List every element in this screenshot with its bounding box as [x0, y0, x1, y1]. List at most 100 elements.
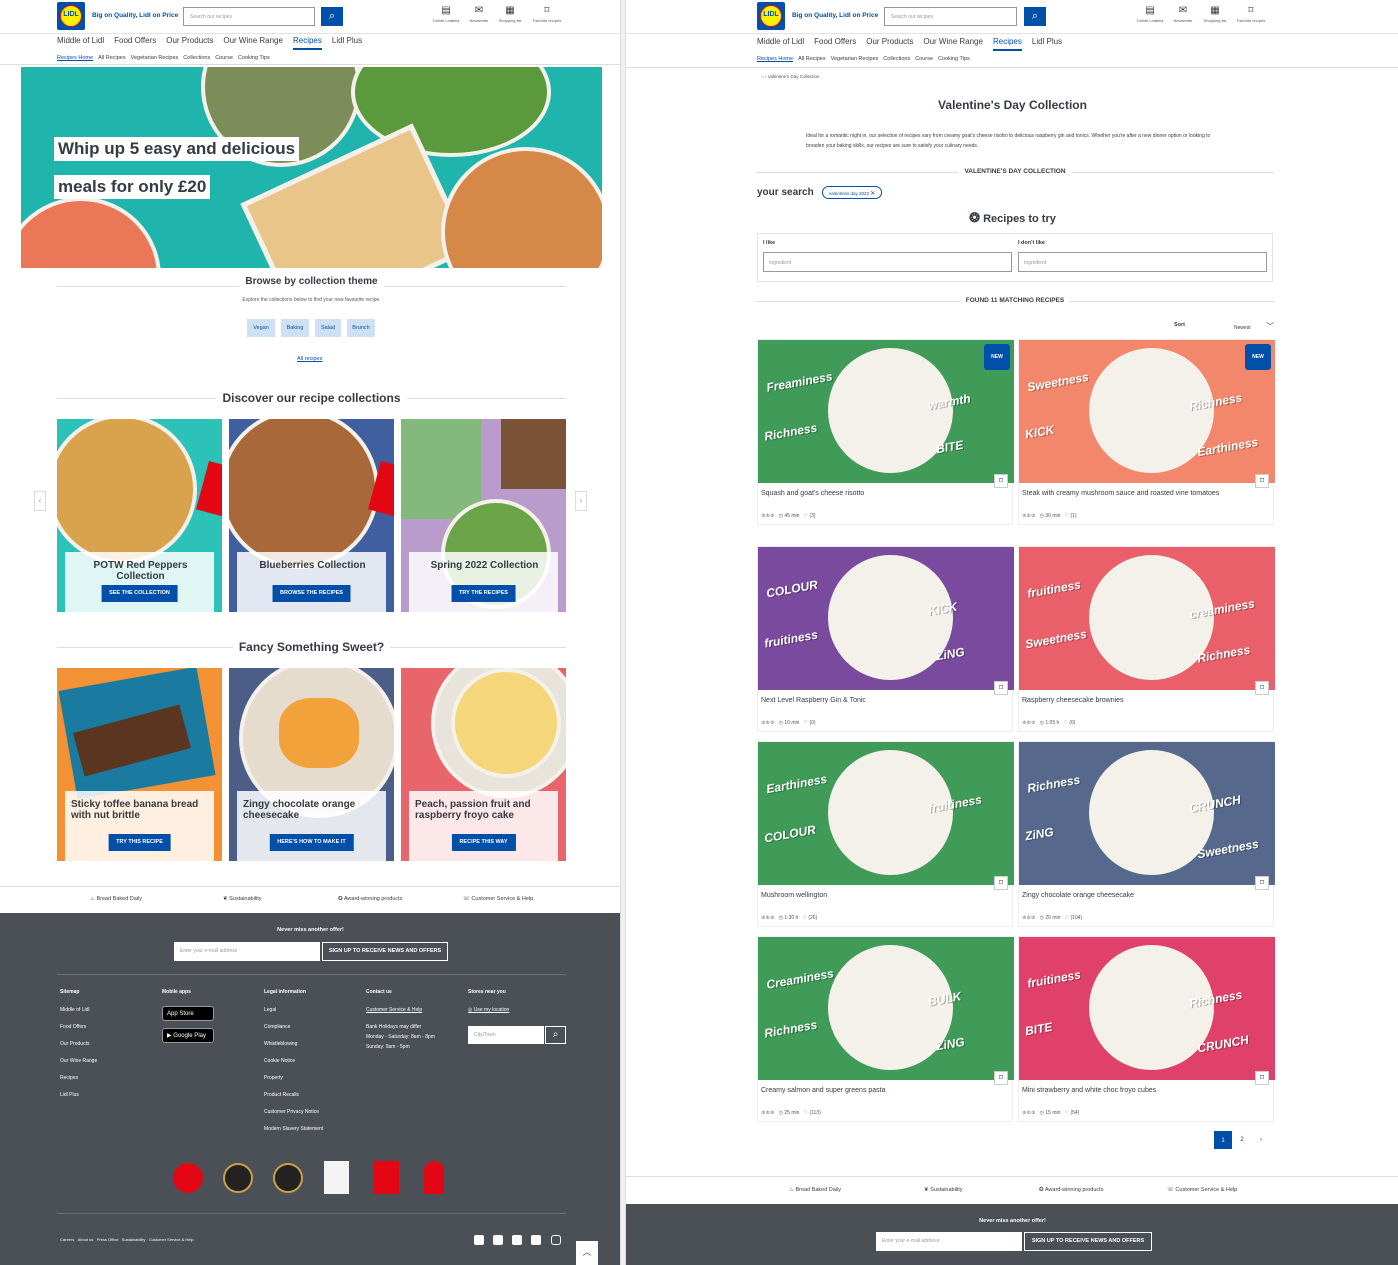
newsletter-email-input[interactable]: Enter your e-mail address	[174, 942, 320, 961]
app-store-badge[interactable]: App Store	[162, 1006, 214, 1021]
recipe-name[interactable]: Mushroom wellington	[761, 890, 981, 902]
heart-icon[interactable]: ♡	[802, 915, 806, 921]
recipe-image[interactable]: Richness ZiNG CRUNCH Sweetness	[1019, 742, 1275, 885]
hero-banner[interactable]: Whip up 5 easy and delicious meals for o…	[21, 67, 602, 268]
page-1-button[interactable]: 1	[1214, 1131, 1232, 1149]
bookmark-icon[interactable]: ⌑	[994, 1071, 1008, 1085]
linkedin-icon[interactable]	[493, 1235, 503, 1245]
feature-customer-service[interactable]: ☏ Customer Service & Help	[463, 896, 533, 902]
heart-icon[interactable]: ♡	[1065, 915, 1069, 921]
search-button[interactable]: ⌕	[321, 7, 343, 26]
sweet-card[interactable]: Zingy chocolate orange cheesecake HERE'S …	[229, 668, 394, 861]
nav-lidl-plus[interactable]: Lidl Plus	[1032, 37, 1062, 46]
page-2-button[interactable]: 2	[1233, 1131, 1251, 1149]
home-icon[interactable]: ⌂	[761, 74, 764, 79]
dislike-ingredient-input[interactable]: Ingredient	[1018, 252, 1267, 272]
nav-food-offers[interactable]: Food Offers	[114, 36, 156, 45]
subnav-collections[interactable]: Collections	[183, 55, 210, 61]
recipe-name[interactable]: Zingy chocolate orange cheesecake	[1022, 890, 1242, 902]
nav-our-products[interactable]: Our Products	[866, 37, 913, 46]
subnav-all-recipes[interactable]: All Recipes	[798, 56, 826, 62]
bookmark-icon[interactable]: ⌑	[994, 474, 1008, 488]
all-recipes-link[interactable]: All recipes	[297, 356, 322, 362]
header-favorite-recipes[interactable]: ⌑ Favorite recipes	[529, 5, 565, 23]
try-recipes-button[interactable]: TRY THE RECIPES	[451, 585, 516, 602]
pagination-prev[interactable]	[1195, 1131, 1213, 1149]
recipe-card[interactable]: Richness ZiNG CRUNCH Sweetness ⌑ Zingy chocol…	[1018, 741, 1275, 927]
nav-middle-of-lidl[interactable]: Middle of Lidl	[757, 37, 804, 46]
recipe-image[interactable]: fruitiness Sweetness creaminess Richness	[1019, 547, 1275, 690]
heart-icon[interactable]: ♡	[1063, 720, 1067, 726]
recipe-image[interactable]: COLOUR fruitiness KICK ZiNG	[758, 547, 1014, 690]
recipe-this-way-button[interactable]: RECIPE THIS WAY	[451, 834, 516, 851]
browse-recipes-button[interactable]: BROWSE THE RECIPES	[272, 585, 351, 602]
feature-awards[interactable]: ✪ Award-winning products	[1039, 1187, 1103, 1193]
bookmark-icon[interactable]: ⌑	[1255, 681, 1269, 695]
bookmark-icon[interactable]: ⌑	[1255, 876, 1269, 890]
facebook-icon[interactable]	[474, 1235, 484, 1245]
newsletter-signup-button[interactable]: SIGN UP TO RECEIVE NEWS AND OFFERS	[1024, 1232, 1152, 1251]
feature-bread[interactable]: ♨ Bread Baked Daily	[90, 896, 142, 902]
feature-awards[interactable]: ✪ Award-winning products	[338, 896, 402, 902]
heart-icon[interactable]: ♡	[804, 513, 808, 519]
collection-card[interactable]: Blueberries Collection BROWSE THE RECIPES	[229, 419, 394, 612]
header-favorite-recipes[interactable]: ⌑ Favorite recipes	[1233, 5, 1269, 23]
chip-vegan[interactable]: Vegan	[247, 319, 275, 337]
recipe-image[interactable]: Creaminess Richness BULK ZiNG	[758, 937, 1014, 1080]
recipe-card[interactable]: Sweetness KICK Richness Earthiness NEW ⌑ Steak…	[1018, 339, 1275, 525]
subnav-recipes-home[interactable]: Recipes Home	[57, 55, 93, 61]
search-input[interactable]: Search our recipes	[183, 7, 315, 26]
collection-card[interactable]: Spring 2022 Collection TRY THE RECIPES	[401, 419, 566, 612]
nav-lidl-plus[interactable]: Lidl Plus	[332, 36, 362, 45]
header-newsletter[interactable]: ✉ Newsletter	[1165, 5, 1201, 23]
scroll-top-button[interactable]: ︿	[576, 1241, 598, 1265]
recipe-image[interactable]: fruitiness BITE Richness CRUNCH	[1019, 937, 1275, 1080]
subnav-vegetarian[interactable]: Vegetarian Recipes	[131, 55, 179, 61]
feature-customer-service[interactable]: ☏ Customer Service & Help	[1167, 1187, 1237, 1193]
recipe-card[interactable]: Earthiness COLOUR fruitiness ⌑ Mushroom well…	[757, 741, 1014, 927]
bookmark-icon[interactable]: ⌑	[1255, 1071, 1269, 1085]
store-city-input[interactable]: City/Town	[468, 1026, 544, 1044]
carousel-prev-button[interactable]: ‹	[34, 491, 46, 511]
chip-baking[interactable]: Baking	[281, 319, 309, 337]
nav-wine-range[interactable]: Our Wine Range	[923, 37, 983, 46]
heart-icon[interactable]: ♡	[804, 720, 808, 726]
search-tag[interactable]: valentines day 2022 ✕	[822, 186, 883, 199]
collection-card[interactable]: POTW Red Peppers Collection SEE THE COLLE…	[57, 419, 222, 612]
like-ingredient-input[interactable]: Ingredient	[763, 252, 1012, 272]
recipe-name[interactable]: Raspberry cheesecake brownies	[1022, 695, 1242, 707]
nav-our-products[interactable]: Our Products	[166, 36, 213, 45]
pagination-next[interactable]: ›	[1252, 1131, 1270, 1149]
google-play-badge[interactable]: ▶ Google Play	[162, 1028, 214, 1043]
recipe-card[interactable]: fruitiness Sweetness creaminess Richness ⌑ Ra…	[1018, 546, 1275, 732]
feature-sustainability[interactable]: ❦ Sustainability	[924, 1187, 963, 1193]
recipe-name[interactable]: Next Level Raspberry Gin & Tonic	[761, 695, 981, 707]
recipe-name[interactable]: Mini strawberry and white choc froyo cub…	[1022, 1085, 1242, 1097]
recipe-image[interactable]: Earthiness COLOUR fruitiness	[758, 742, 1014, 885]
nav-recipes[interactable]: Recipes	[992, 37, 1022, 51]
sweet-card[interactable]: Peach, passion fruit and raspberry froyo…	[401, 668, 566, 861]
search-button[interactable]: ⌕	[1024, 7, 1046, 26]
feature-bread[interactable]: ♨ Bread Baked Daily	[789, 1187, 841, 1193]
feature-sustainability[interactable]: ❦ Sustainability	[223, 896, 262, 902]
nav-wine-range[interactable]: Our Wine Range	[223, 36, 283, 45]
subnav-collections[interactable]: Collections	[883, 56, 910, 62]
how-to-make-button[interactable]: HERE'S HOW TO MAKE IT	[269, 834, 354, 851]
header-shopping-list[interactable]: ▦ Shopping list	[1197, 5, 1233, 23]
recipe-card[interactable]: COLOUR fruitiness KICK ZiNG ⌑ Next Level Rasp…	[757, 546, 1014, 732]
recipe-name[interactable]: Squash and goat's cheese risotto	[761, 488, 981, 500]
bookmark-icon[interactable]: ⌑	[994, 681, 1008, 695]
instagram-icon[interactable]	[551, 1235, 561, 1245]
recipe-image[interactable]: Sweetness KICK Richness Earthiness	[1019, 340, 1275, 483]
newsletter-signup-button[interactable]: SIGN UP TO RECEIVE NEWS AND OFFERS	[322, 942, 448, 961]
header-online-leaflets[interactable]: ▤ Online Leaflets	[428, 5, 464, 23]
heart-icon[interactable]: ♡	[1065, 1110, 1069, 1116]
subnav-course[interactable]: Course	[915, 56, 933, 62]
newsletter-email-input[interactable]: Enter your e-mail address	[876, 1232, 1022, 1251]
try-this-recipe-button[interactable]: TRY THIS RECIPE	[108, 834, 171, 851]
chip-brunch[interactable]: Brunch	[347, 319, 375, 337]
subnav-vegetarian[interactable]: Vegetarian Recipes	[831, 56, 879, 62]
subnav-all-recipes[interactable]: All Recipes	[98, 55, 126, 61]
nav-food-offers[interactable]: Food Offers	[814, 37, 856, 46]
subnav-course[interactable]: Course	[215, 55, 233, 61]
